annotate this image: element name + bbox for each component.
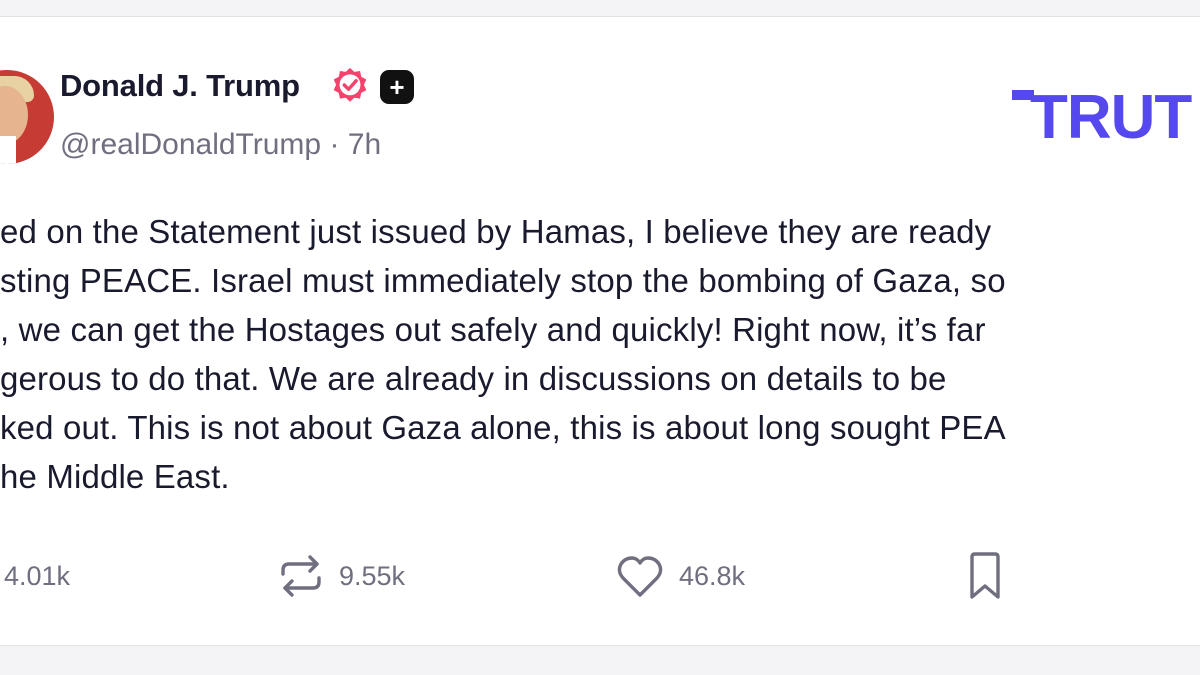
post-line: sting PEACE. Israel must immediately sto…: [0, 262, 1006, 299]
retruth-icon[interactable]: [277, 553, 325, 599]
author-handle[interactable]: @realDonaldTrump · 7h: [60, 128, 381, 162]
post-line: he Middle East.: [0, 458, 230, 495]
retruth-count[interactable]: 9.55k: [339, 561, 405, 592]
logo-text: TRUT: [1030, 83, 1192, 152]
heart-icon[interactable]: [615, 554, 665, 600]
post-line: ked out. This is not about Gaza alone, t…: [0, 409, 1006, 446]
post-line: ed on the Statement just issued by Hamas…: [0, 213, 992, 250]
verified-icon: [333, 67, 367, 102]
bookmark-icon[interactable]: [966, 551, 1004, 601]
like-count[interactable]: 46.8k: [679, 561, 745, 592]
post-body: ed on the Statement just issued by Hamas…: [0, 213, 1200, 513]
plus-badge-icon: +: [380, 70, 414, 104]
truth-social-logo: TRUT: [1012, 82, 1192, 153]
author-name[interactable]: Donald J. Trump: [60, 68, 300, 104]
time-separator: ·: [329, 128, 340, 161]
handle-text[interactable]: @realDonaldTrump: [60, 128, 321, 161]
post-line: gerous to do that. We are already in dis…: [0, 360, 947, 397]
post-time[interactable]: 7h: [348, 128, 381, 161]
reply-count[interactable]: 4.01k: [4, 561, 70, 592]
post-line: , we can get the Hostages out safely and…: [0, 311, 986, 348]
avatar-shirt: [0, 136, 16, 164]
